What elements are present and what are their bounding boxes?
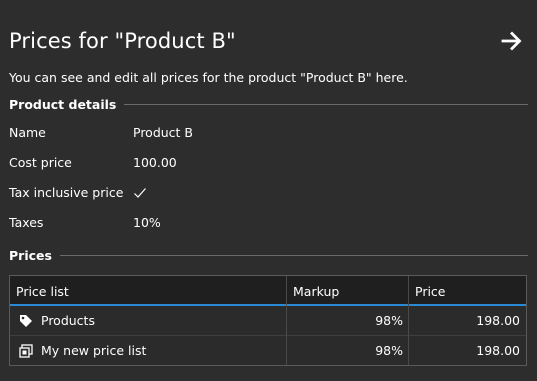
table-row[interactable]: Products 98% 198.00	[10, 306, 526, 336]
checkmark-icon	[134, 188, 146, 198]
detail-label: Cost price	[9, 155, 72, 170]
detail-label: Taxes	[9, 215, 44, 230]
table-row[interactable]: My new price list 98% 198.00	[10, 336, 526, 366]
detail-value: 100.00	[133, 155, 177, 170]
column-divider	[286, 276, 287, 365]
tag-icon	[20, 315, 32, 327]
markup-cell: 98%	[375, 313, 403, 328]
column-header-price[interactable]: Price	[409, 276, 526, 304]
detail-label: Tax inclusive price	[9, 185, 124, 200]
column-header-price-list[interactable]: Price list	[10, 276, 287, 304]
price-cell: 198.00	[476, 313, 520, 328]
prices-heading: Prices	[9, 248, 528, 263]
page-title: Prices for "Product B"	[9, 29, 236, 53]
column-header-markup[interactable]: Markup	[287, 276, 409, 304]
section-divider	[59, 255, 528, 256]
markup-cell: 98%	[375, 343, 403, 358]
price-cell: 198.00	[476, 343, 520, 358]
price-list-name: Products	[41, 313, 95, 328]
prices-heading-label: Prices	[9, 248, 52, 263]
table-header: Price list Markup Price	[10, 276, 526, 306]
prices-table: Price list Markup Price Products 98% 198…	[9, 275, 527, 366]
detail-label: Name	[9, 125, 46, 140]
section-divider	[124, 104, 528, 105]
page-header: Prices for "Product B"	[9, 26, 529, 58]
price-list-name: My new price list	[41, 343, 147, 358]
product-details-heading-label: Product details	[9, 97, 117, 112]
column-divider	[408, 276, 409, 365]
price-list-icon	[19, 344, 33, 358]
intro-text: You can see and edit all prices for the …	[9, 70, 408, 85]
detail-value: Product B	[133, 125, 194, 140]
detail-value: 10%	[133, 215, 161, 230]
arrow-right-icon[interactable]	[500, 29, 524, 53]
product-details-heading: Product details	[9, 97, 528, 112]
